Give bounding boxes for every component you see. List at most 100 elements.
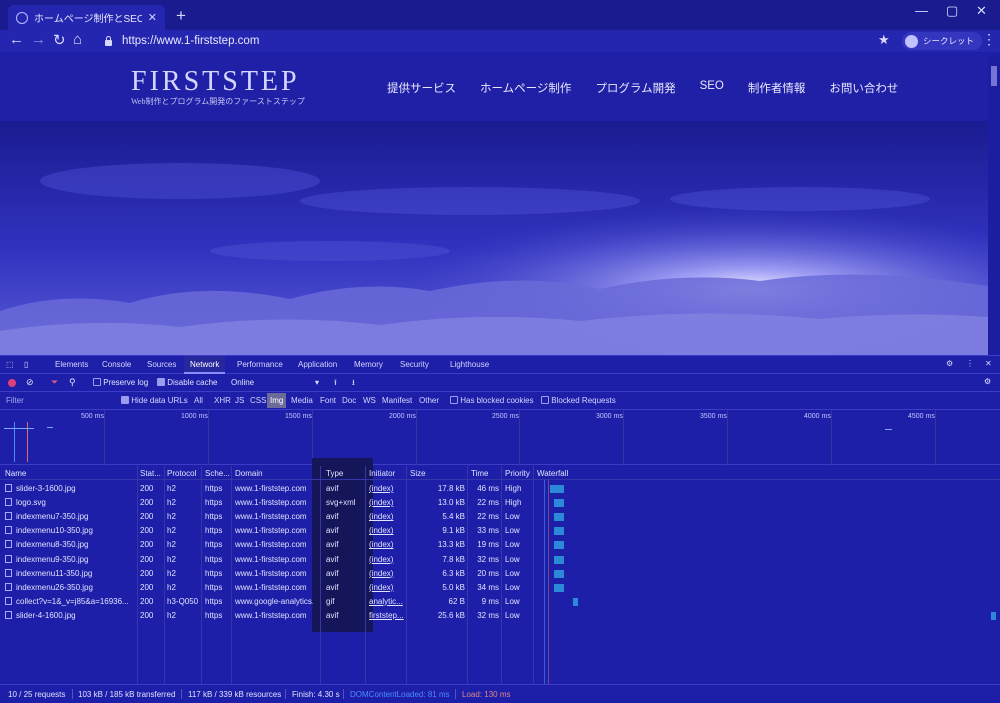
col-initiator[interactable]: Initiator (369, 469, 395, 478)
incognito-button[interactable]: シークレット (902, 32, 983, 50)
site-nav-item[interactable]: プログラム開発 (595, 80, 675, 96)
record-icon[interactable] (8, 379, 16, 387)
tab-memory[interactable]: Memory (354, 360, 383, 369)
site-nav-item[interactable]: 制作者情報 (748, 80, 806, 96)
site-nav-item[interactable]: 提供サービス (387, 80, 456, 96)
cell-status: 200 (140, 484, 154, 493)
cell-initiator[interactable]: (index) (369, 583, 405, 592)
import-har-icon[interactable]: ⭱ (334, 377, 337, 391)
table-row[interactable]: indexmenu7-350.jpg 200 h2 https www.1-firsts… (0, 510, 536, 524)
maximize-icon[interactable]: ▢ (946, 3, 958, 19)
tab-application[interactable]: Application (298, 360, 337, 369)
close-devtools-icon[interactable]: ✕ (985, 359, 992, 368)
filter-type-manifest[interactable]: Manifest (382, 396, 412, 405)
tab-console[interactable]: Console (102, 360, 131, 369)
col-waterfall[interactable]: Waterfall (537, 469, 568, 478)
new-tab-button[interactable]: + (176, 6, 186, 26)
network-settings-icon[interactable]: ⚙ (984, 377, 991, 386)
cell-name: indexmenu7-350.jpg (5, 512, 135, 521)
table-row[interactable]: slider-3-1600.jpg 200 h2 https www.1-firstst… (0, 482, 536, 496)
disable-cache-checkbox[interactable]: Disable cache (157, 378, 217, 387)
tab-lighthouse[interactable]: Lighthouse (450, 360, 489, 369)
col-size[interactable]: Size (410, 469, 426, 478)
filter-funnel-icon[interactable]: ⏷ (51, 377, 58, 388)
cell-initiator[interactable]: (index) (369, 484, 405, 493)
blocked-requests-checkbox[interactable]: Blocked Requests (541, 396, 616, 405)
table-row[interactable]: indexmenu26-350.jpg 200 h2 https www.1-first… (0, 581, 536, 595)
col-name[interactable]: Name (5, 469, 26, 478)
cell-size: 25.6 kB (437, 610, 465, 620)
cell-initiator[interactable]: analytic... (369, 597, 405, 606)
filter-input[interactable]: Filter (6, 396, 24, 405)
tab-performance[interactable]: Performance (237, 360, 283, 369)
bookmark-star-icon[interactable]: ★ (878, 32, 890, 48)
filter-type-all[interactable]: All (194, 396, 203, 405)
table-row[interactable]: collect?v=1&_v=j85&a=16936... 200 h3-Q050 h… (0, 595, 536, 609)
forward-icon[interactable]: → (31, 31, 46, 48)
settings-gear-icon[interactable]: ⚙ (946, 359, 953, 368)
tab-network[interactable]: Network (184, 356, 226, 374)
table-row[interactable]: logo.svg 200 h2 https www.1-firststep.com svg… (0, 496, 536, 510)
page-scrollbar[interactable] (988, 54, 1000, 355)
filter-type-xhr[interactable]: XHR (214, 396, 231, 405)
minimize-icon[interactable]: — (915, 3, 928, 18)
export-har-icon[interactable]: ⭳ (352, 377, 355, 391)
blocked-cookies-checkbox[interactable]: Has blocked cookies (450, 396, 534, 405)
browser-menu-icon[interactable]: ⋮ (982, 31, 996, 48)
table-row[interactable]: indexmenu9-350.jpg 200 h2 https www.1-firsts… (0, 553, 536, 567)
table-row[interactable]: indexmenu11-350.jpg 200 h2 https www.1-first… (0, 567, 536, 581)
filter-type-doc[interactable]: Doc (342, 396, 356, 405)
close-window-icon[interactable]: ✕ (976, 3, 987, 19)
cell-initiator[interactable]: (index) (369, 569, 405, 578)
filter-type-css[interactable]: CSS (250, 396, 266, 405)
cell-type: avif (326, 484, 339, 493)
col-type[interactable]: Type (326, 469, 343, 478)
address-bar[interactable]: https://www.1-firststep.com (96, 31, 896, 50)
search-icon[interactable]: ⚲ (69, 377, 76, 388)
cell-initiator[interactable]: (index) (369, 540, 405, 549)
site-nav-item[interactable]: お問い合わせ (829, 80, 898, 96)
reload-icon[interactable]: ↻ (53, 31, 66, 49)
site-nav-item[interactable]: ホームページ制作 (480, 80, 571, 96)
filter-type-media[interactable]: Media (291, 396, 313, 405)
cell-initiator[interactable]: firststep... (369, 611, 405, 620)
filter-type-js[interactable]: JS (235, 396, 244, 405)
home-icon[interactable]: ⌂ (73, 31, 82, 48)
site-logo[interactable]: FIRSTSTEP (131, 66, 300, 98)
back-icon[interactable]: ← (9, 31, 24, 48)
preserve-log-checkbox[interactable]: Preserve log (93, 378, 148, 387)
overview-bar (47, 427, 53, 428)
file-icon (5, 568, 12, 577)
col-protocol[interactable]: Protocol (167, 469, 196, 478)
cell-initiator[interactable]: (index) (369, 498, 405, 507)
col-status[interactable]: Stat... (140, 469, 161, 478)
filter-type-other[interactable]: Other (419, 396, 439, 405)
table-row[interactable]: slider-4-1600.jpg 200 h2 https www.1-firstst… (0, 609, 536, 623)
col-scheme[interactable]: Sche... (205, 469, 230, 478)
close-tab-icon[interactable]: ✕ (148, 11, 157, 24)
clear-icon[interactable]: ⊘ (26, 377, 34, 388)
browser-tab[interactable]: ホームページ制作とSEO対策な ✕ (8, 5, 165, 30)
inspect-element-icon[interactable]: ⬚ (6, 360, 14, 369)
col-priority[interactable]: Priority (505, 469, 530, 478)
site-nav-item[interactable]: SEO (700, 80, 724, 96)
table-row[interactable]: indexmenu8-350.jpg 200 h2 https www.1-firsts… (0, 538, 536, 552)
hide-data-urls-checkbox[interactable]: Hide data URLs (121, 396, 188, 405)
col-domain[interactable]: Domain (235, 469, 263, 478)
throttle-select[interactable]: Online ▾ (231, 378, 321, 387)
tab-sources[interactable]: Sources (147, 360, 176, 369)
tab-elements[interactable]: Elements (55, 360, 88, 369)
cell-initiator[interactable]: (index) (369, 512, 405, 521)
cell-priority: Low (505, 554, 520, 564)
filter-type-font[interactable]: Font (320, 396, 336, 405)
filter-type-img[interactable]: Img (267, 393, 287, 408)
col-time[interactable]: Time (471, 469, 488, 478)
cell-initiator[interactable]: (index) (369, 526, 405, 535)
table-row[interactable]: indexmenu10-350.jpg 200 h2 https www.1-first… (0, 524, 536, 538)
tab-security[interactable]: Security (400, 360, 429, 369)
device-toolbar-icon[interactable]: ▯ (24, 360, 28, 369)
cell-initiator[interactable]: (index) (369, 555, 405, 564)
devtools-menu-icon[interactable]: ⋮ (966, 359, 974, 368)
network-overview[interactable]: 500 ms 1000 ms 1500 ms 2000 ms 2500 ms 3… (0, 410, 1000, 465)
filter-type-ws[interactable]: WS (363, 396, 376, 405)
